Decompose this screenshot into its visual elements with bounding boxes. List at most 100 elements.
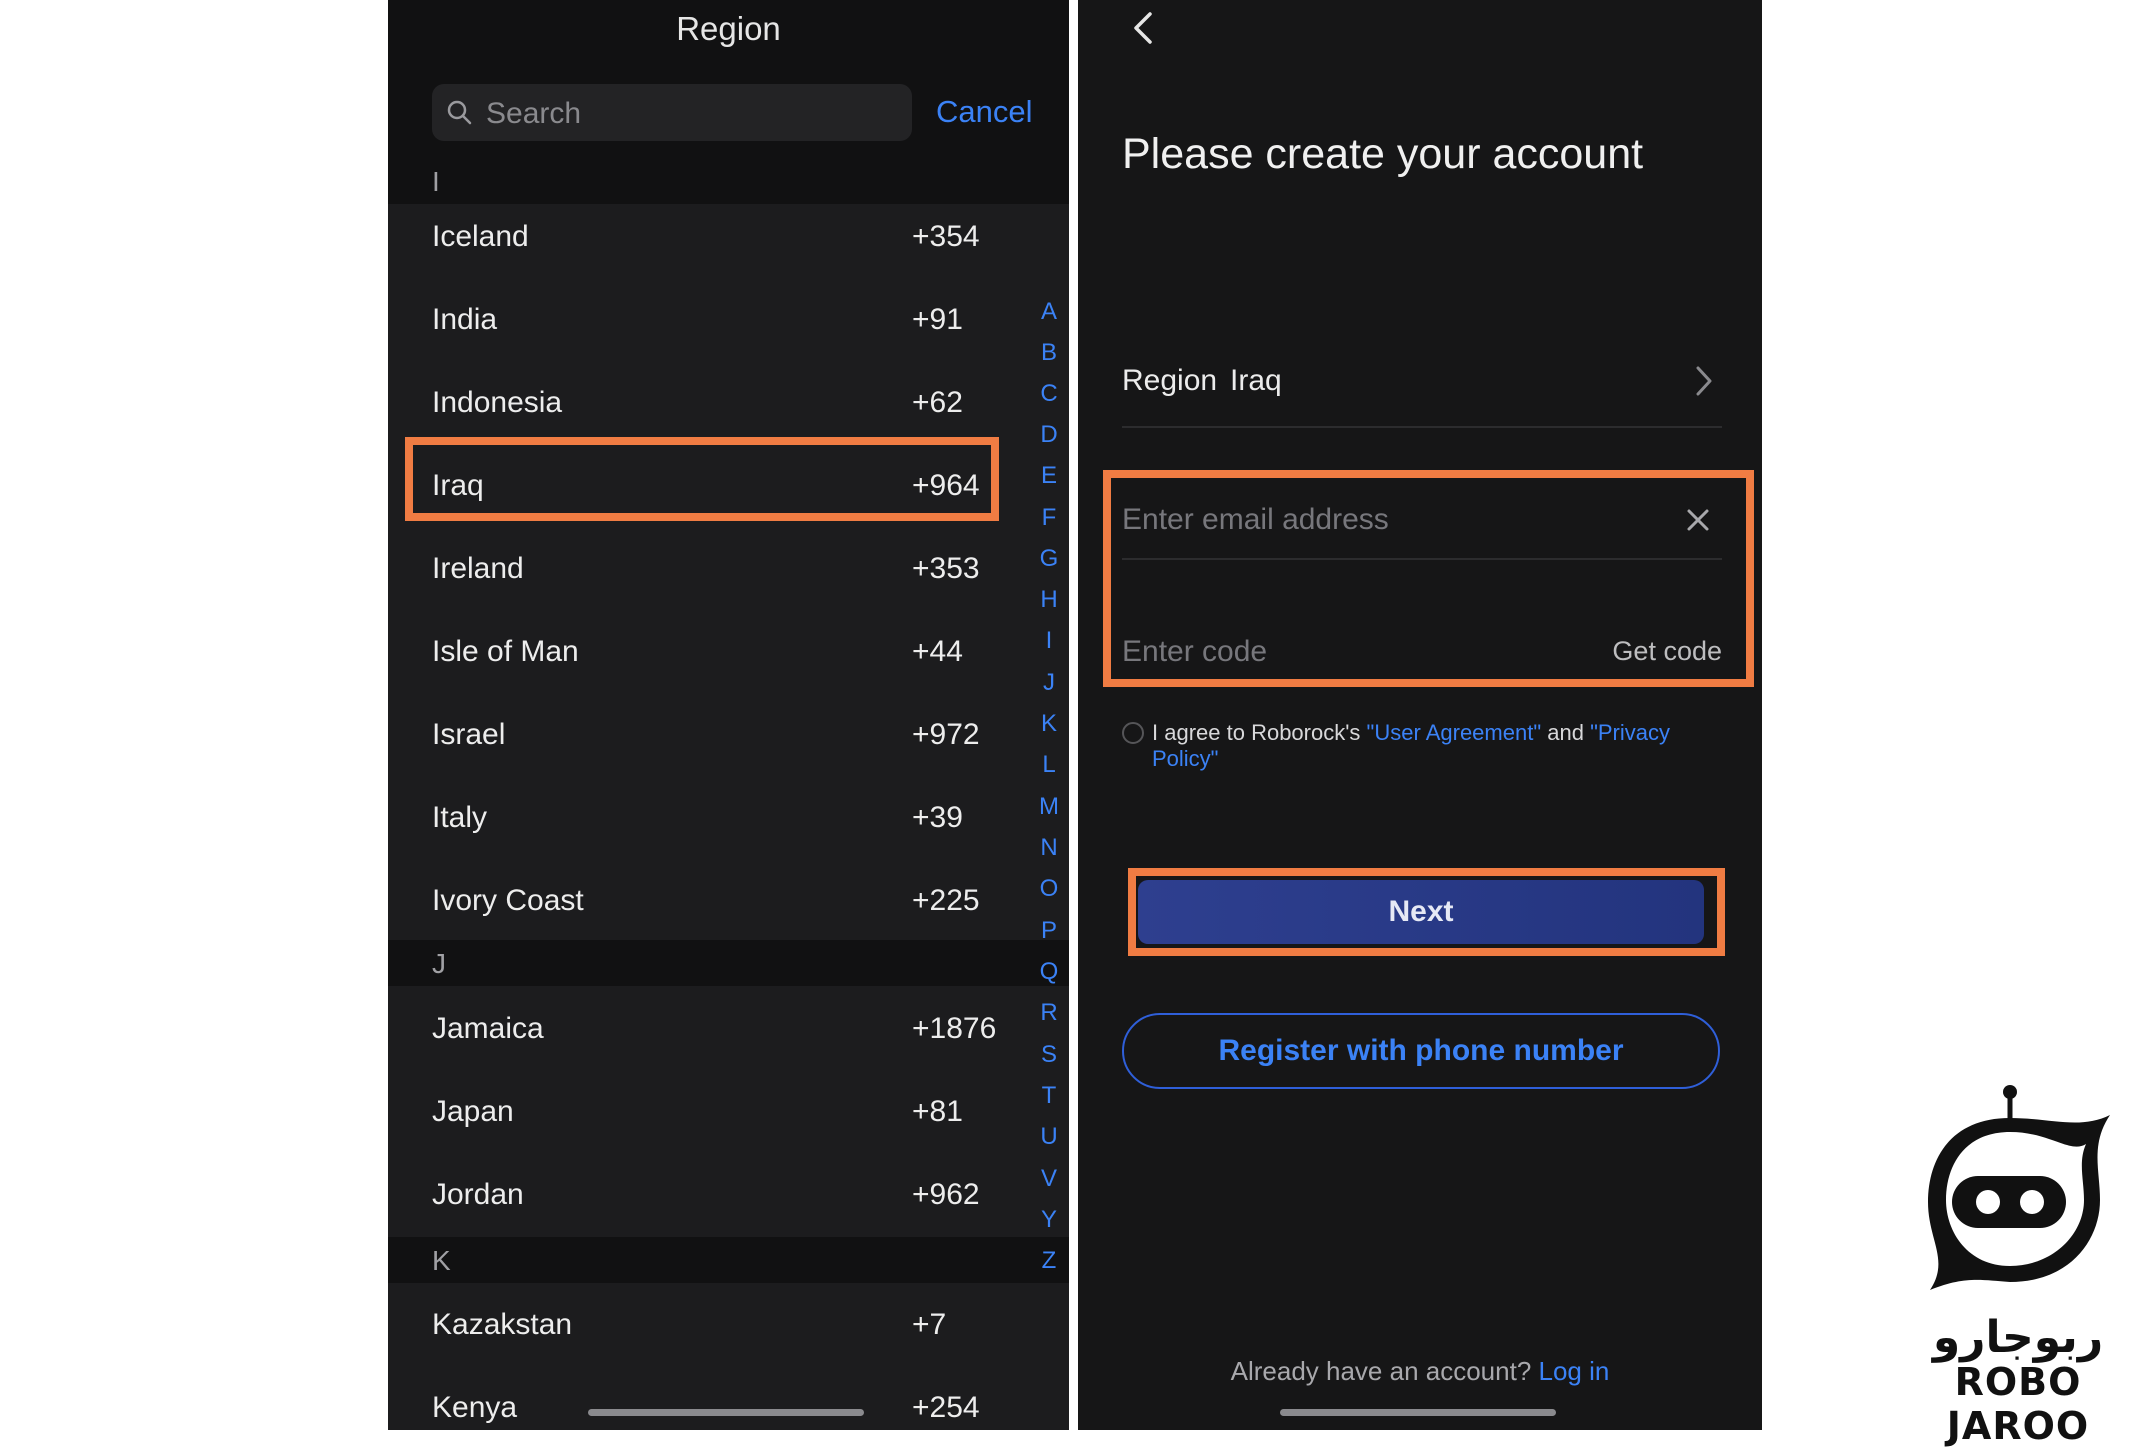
list-item-indonesia[interactable]: Indonesia +62 [388,364,1008,446]
list-item-india[interactable]: India +91 [388,281,1008,363]
index-letter[interactable]: V [1036,1165,1062,1193]
search-box[interactable] [432,84,912,143]
search-bar: Cancel [388,66,1069,158]
country-code: +972 [912,718,980,751]
email-code-highlight-box [1103,470,1754,687]
country-code: +39 [912,801,963,834]
country-code: +44 [912,635,963,668]
country-name: Jordan [432,1178,524,1211]
country-code: +225 [912,884,980,917]
page-title: Region [676,10,781,47]
list-item-isle-of-man[interactable]: Isle of Man +44 [388,613,1008,695]
index-letter[interactable]: S [1036,1041,1062,1069]
country-name: Ireland [432,552,524,585]
section-letter: J [432,948,446,979]
index-letter[interactable]: U [1036,1123,1062,1151]
iraq-highlight-box [405,437,999,521]
list-item-ireland[interactable]: Ireland +353 [388,530,1008,612]
country-name: Ivory Coast [432,884,584,917]
country-code: +962 [912,1178,980,1211]
region-selector[interactable]: Region Iraq [1122,350,1722,428]
login-link[interactable]: Log in [1539,1356,1610,1386]
index-letter[interactable]: R [1036,999,1062,1027]
list-item-kazakstan[interactable]: Kazakstan +7 [388,1286,1008,1368]
back-icon[interactable] [1126,8,1162,48]
index-letter[interactable]: P [1036,917,1062,945]
country-code: +62 [912,386,963,419]
agreement-prefix: I agree to Roborock's [1152,720,1367,745]
index-letter[interactable]: T [1036,1082,1062,1110]
region-value: Iraq [1230,364,1282,397]
index-letter[interactable]: L [1036,751,1062,779]
list-item-israel[interactable]: Israel +972 [388,696,1008,778]
country-name: Jamaica [432,1012,544,1045]
list-item-iceland[interactable]: Iceland +354 [388,198,1008,280]
privacy-policy-link-line2[interactable]: Policy" [1152,746,1219,771]
index-letter[interactable]: D [1036,421,1062,449]
next-highlight-box [1128,868,1725,956]
index-letter[interactable]: B [1036,339,1062,367]
agreement-text: I agree to Roborock's "User Agreement" a… [1152,720,1712,772]
country-code: +7 [912,1308,947,1341]
logo-english-text: ROBO JAROO [1946,1360,2090,1448]
index-letter[interactable]: G [1036,545,1062,573]
search-input[interactable] [484,84,898,143]
section-letter: K [432,1245,451,1276]
search-icon [447,100,472,125]
index-letter[interactable]: F [1036,504,1062,532]
chevron-right-icon [1696,366,1712,396]
country-name: Kazakstan [432,1308,573,1341]
home-indicator [1280,1409,1556,1416]
index-letter[interactable]: M [1036,793,1062,821]
country-name: Israel [432,718,506,751]
index-letter[interactable]: N [1036,834,1062,862]
user-agreement-link[interactable]: "User Agreement" [1367,720,1542,745]
section-header-j: J [388,940,1069,986]
index-letter[interactable]: J [1036,669,1062,697]
page-title: Please create your account [1122,130,1644,178]
index-letter[interactable]: K [1036,710,1062,738]
list-item-japan[interactable]: Japan +81 [388,1073,1008,1155]
index-letter[interactable]: I [1036,627,1062,655]
country-name: Japan [432,1095,514,1128]
index-letter[interactable]: E [1036,462,1062,490]
country-code: +81 [912,1095,963,1128]
list-item-italy[interactable]: Italy +39 [388,779,1008,861]
country-name: Italy [432,801,488,834]
index-letter[interactable]: A [1036,298,1062,326]
login-prompt: Already have an account? Log in [1078,1356,1762,1387]
screen-divider [1069,0,1078,1430]
index-letter[interactable]: Y [1036,1206,1062,1234]
country-code: +1876 [912,1012,997,1045]
agreement-checkbox[interactable] [1122,722,1144,744]
cancel-button[interactable]: Cancel [936,94,1033,130]
index-letter[interactable]: O [1036,875,1062,903]
country-name: India [432,303,498,336]
country-code: +353 [912,552,980,585]
list-item-jordan[interactable]: Jordan +962 [388,1156,1008,1238]
country-code: +91 [912,303,963,336]
section-letter: I [432,166,440,197]
region-label: Region [1122,364,1218,397]
list-item-jamaica[interactable]: Jamaica +1876 [388,990,1008,1072]
country-code: +354 [912,220,980,253]
agreement-and: and [1541,720,1591,745]
list-item-kenya[interactable]: Kenya +254 [388,1369,1008,1430]
country-code: +254 [912,1391,980,1424]
register-phone-button[interactable]: Register with phone number [1122,1013,1720,1089]
section-header-k: K [388,1237,1069,1283]
home-indicator [588,1409,864,1416]
region-picker-screen: Region Cancel I Iceland +354 India +91 Ind… [388,0,1069,1430]
index-letter[interactable]: Q [1036,958,1062,986]
region-header: Region [388,0,1069,66]
index-letter[interactable]: H [1036,586,1062,614]
list-item-ivory-coast[interactable]: Ivory Coast +225 [388,862,1008,944]
login-prompt-text: Already have an account? [1230,1356,1532,1386]
index-letter[interactable]: Z [1036,1247,1062,1275]
create-account-screen: Please create your account Region Iraq G… [1078,0,1762,1430]
country-name: Isle of Man [432,635,579,668]
country-name: Indonesia [432,386,563,419]
index-letter[interactable]: C [1036,380,1062,408]
country-name: Iceland [432,220,529,253]
privacy-policy-link[interactable]: "Privacy [1590,720,1670,745]
